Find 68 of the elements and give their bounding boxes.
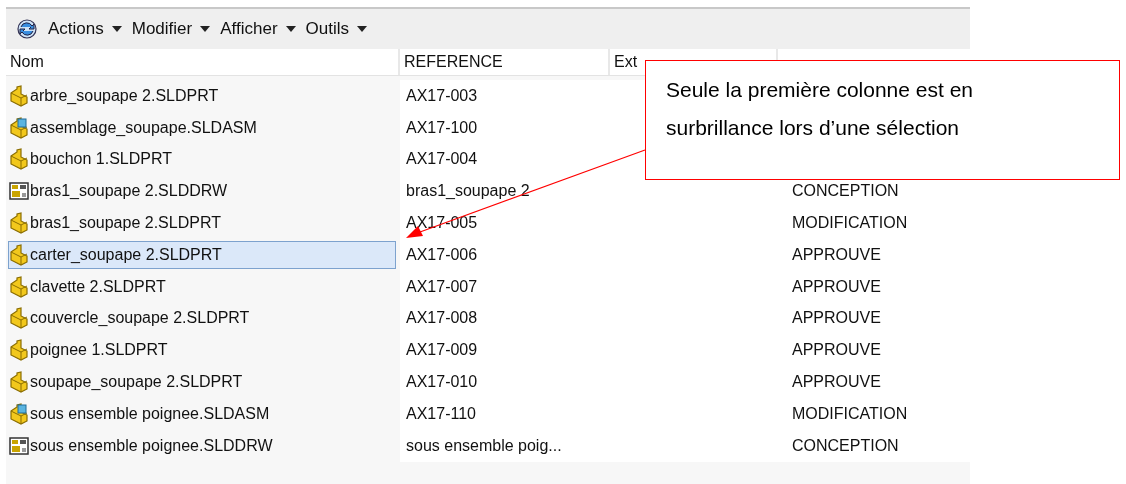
block-icon [9,243,29,266]
reference-cell-text: AX17-004 [406,149,478,170]
state-cell-text: APPROUVE [792,244,881,265]
assembly-block-icon [9,116,29,139]
file-name-cell[interactable]: bouchon 1.SLDPRT [8,145,396,174]
state-cell-text: APPROUVE [792,340,881,361]
reference-cell-text: sous ensemble poig... [406,435,562,456]
reference-cell-text: AX17-006 [406,244,478,265]
file-name-cell[interactable]: sous ensemble poignee.SLDDRW [8,431,396,460]
block-icon [9,148,29,171]
file-name-cell[interactable]: soupape_soupape 2.SLDPRT [8,368,396,397]
file-name: poignee 1.SLDPRT [30,340,168,361]
reference-cell-text: AX17-007 [406,276,478,297]
menu-button[interactable]: Afficher [220,16,296,42]
file-name-cell[interactable]: couvercle_soupape 2.SLDPRT [8,304,396,333]
column-header[interactable]: REFERENCE [404,50,503,74]
reference-cell-text: AX17-008 [406,308,478,329]
file-name-cell[interactable]: assemblage_soupape.SLDASM [8,113,396,142]
state-cell-text: APPROUVE [792,308,881,329]
file-name: clavette 2.SLDPRT [30,276,166,297]
block-icon [9,84,29,107]
file-name: sous ensemble poignee.SLDDRW [30,435,273,456]
reference-cell-text: AX17-010 [406,372,478,393]
column-header[interactable]: Ext [614,50,638,74]
state-cell-text: APPROUVE [792,372,881,393]
reference-cell-text: AX17-009 [406,340,478,361]
state-cell-text: CONCEPTION [792,181,899,202]
block-icon [9,212,29,235]
file-name: bras1_soupape 2.SLDDRW [30,181,228,202]
caret-icon [285,26,296,32]
file-name-cell[interactable]: bras1_soupape 2.SLDDRW [8,177,396,206]
assembly-block-icon [9,402,29,425]
file-name-cell[interactable]: sous ensemble poignee.SLDASM [8,399,396,428]
block-icon [9,371,29,394]
file-name-cell[interactable]: poignee 1.SLDPRT [8,336,396,365]
drawing-sheet-icon [9,181,29,202]
block-icon [9,339,29,362]
file-name-cell[interactable]: carter_soupape 2.SLDPRT [8,240,396,269]
callout-text: Seule la première colonne est en surbrillance lors d’une sélection [666,77,975,141]
drawing-sheet-icon [9,435,29,456]
file-name: arbre_soupape 2.SLDPRT [30,85,219,106]
file-name: couvercle_soupape 2.SLDPRT [30,308,250,329]
file-name: bouchon 1.SLDPRT [30,149,172,170]
reference-cell-text: AX17-003 [406,85,478,106]
file-name: assemblage_soupape.SLDASM [30,117,257,138]
reference-cell-text: AX17-110 [406,403,476,424]
file-name-cell[interactable]: arbre_soupape 2.SLDPRT [8,81,396,110]
file-name: carter_soupape 2.SLDPRT [30,244,222,265]
column-header[interactable]: Nom [10,50,44,74]
caret-icon [200,26,211,32]
file-name-cell[interactable]: clavette 2.SLDPRT [8,272,396,301]
state-cell-text: CONCEPTION [792,435,899,456]
reference-cell-text: AX17-100 [406,117,478,138]
state-cell-text: APPROUVE [792,276,881,297]
file-name: sous ensemble poignee.SLDASM [30,403,270,424]
file-name-cell[interactable]: bras1_soupape 2.SLDPRT [8,209,396,238]
menu-button[interactable]: Outils [305,16,367,42]
block-icon [9,307,29,330]
menu-button[interactable]: Modifier [131,16,211,42]
caret-icon [111,26,122,32]
file-name: soupape_soupape 2.SLDPRT [30,372,243,393]
refresh-icon[interactable] [16,18,38,40]
caret-icon [357,26,367,32]
block-icon [9,275,29,298]
state-cell-text: MODIFICATION [792,213,908,234]
file-name: bras1_soupape 2.SLDPRT [30,213,221,234]
state-cell-text: MODIFICATION [792,403,908,424]
menu-button[interactable]: Actions [48,16,122,42]
